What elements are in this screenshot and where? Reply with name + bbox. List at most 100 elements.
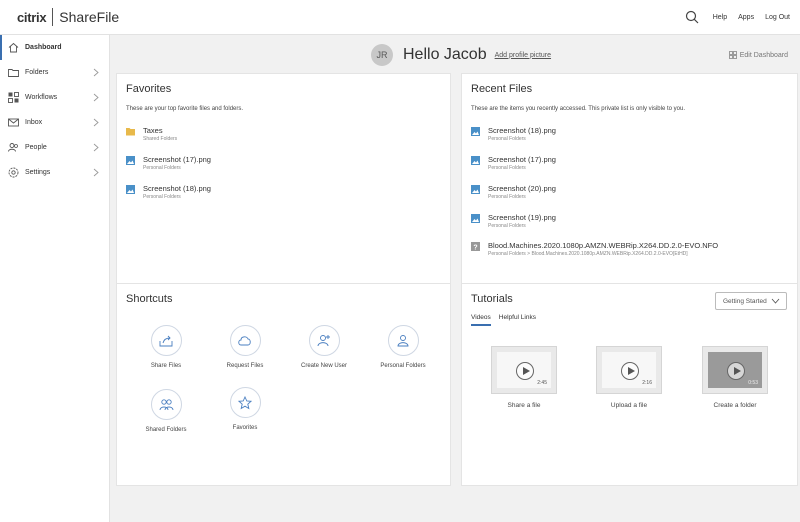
group-icon [150,389,182,420]
list-item[interactable]: Taxes Shared Folders [126,126,177,143]
tab-videos[interactable]: Videos [471,314,491,326]
edit-dashboard-button[interactable]: Edit Dashboard [728,51,788,59]
main-content: JR Hello Jacob Add profile picture Edit … [111,35,800,522]
item-location: Shared Folders [143,136,178,142]
sidebar-item-label: Settings [25,169,51,176]
sidebar-item-settings[interactable]: Settings [0,160,109,185]
sharefile-logo: ShareFile [59,9,120,25]
request-files-icon [229,325,261,356]
image-file-icon [471,214,480,223]
video-share-a-file[interactable]: 2:45 Share a file [469,346,579,409]
shortcut-share-files[interactable]: Share Files [126,325,206,369]
list-item[interactable]: Screenshot (18).png Personal Folders [471,126,556,143]
svg-text:?: ? [473,244,477,251]
item-location: Personal Folders [488,165,526,171]
apps-link[interactable]: Apps [738,14,754,21]
favorites-title: Favorites [126,83,172,95]
item-name: Screenshot (18).png [488,126,556,135]
item-name: Screenshot (17).png [488,155,556,164]
image-file-icon [471,185,480,194]
gear-icon [8,167,19,178]
shortcut-shared-folders[interactable]: Shared Folders [126,389,206,433]
sidebar-item-folders[interactable]: Folders [0,60,109,85]
brand-divider [52,8,54,26]
logout-link[interactable]: Log Out [765,14,790,21]
greeting: JR Hello Jacob Add profile picture [371,44,551,66]
shortcut-label: Create New User [300,363,347,369]
item-name: Blood.Machines.2020.1080p.AMZN.WEBRip.X2… [488,241,719,250]
item-name: Screenshot (19).png [488,213,556,222]
top-bar: citrix ShareFile Help Apps Log Out [0,0,800,35]
shortcut-label: Share Files [150,363,182,369]
shortcuts-title: Shortcuts [126,293,173,305]
play-icon [621,362,639,380]
item-name: Taxes [143,126,163,135]
shortcut-personal-folders[interactable]: Personal Folders [363,325,443,369]
shortcut-label: Personal Folders [380,363,426,369]
share-icon [150,325,182,356]
add-user-icon [308,325,340,356]
unknown-file-icon: ? [471,242,480,251]
shortcut-favorites[interactable]: Favorites [205,387,285,431]
video-label: Create a folder [713,402,757,409]
video-duration: 2:16 [642,380,652,386]
sidebar-item-label: Dashboard [25,44,62,51]
star-icon [229,387,261,418]
person-icon [387,325,419,356]
search-icon[interactable] [685,10,699,24]
list-item[interactable]: Screenshot (17).png Personal Folders [471,155,556,172]
item-location: Personal Folders [143,165,181,171]
help-link[interactable]: Help [713,14,727,21]
item-location: Personal Folders > Blood.Machines.2020.1… [488,251,688,257]
list-item[interactable]: Screenshot (18).png Personal Folders [126,184,211,201]
video-upload-a-file[interactable]: 2:16 Upload a file [574,346,684,409]
add-profile-picture-link[interactable]: Add profile picture [495,52,551,59]
tab-helpful-links[interactable]: Helpful Links [499,314,536,326]
top-nav: Help Apps Log Out [685,10,790,24]
video-create-a-folder[interactable]: 0:53 Create a folder [680,346,790,409]
recent-files-description: These are the items you recently accesse… [471,106,685,112]
item-name: Screenshot (17).png [143,155,211,164]
video-thumbnail[interactable]: 0:53 [702,346,768,394]
item-location: Personal Folders [488,223,526,229]
tutorials-tabs: Videos Helpful Links [471,314,544,326]
chevron-right-icon [93,168,99,177]
sidebar: Dashboard Folders Workflows Inbox People… [0,35,110,522]
sidebar-item-label: Inbox [25,119,43,126]
brand-logo[interactable]: citrix ShareFile [17,8,119,26]
list-item[interactable]: Screenshot (20).png Personal Folders [471,184,556,201]
list-item[interactable]: Screenshot (17).png Personal Folders [126,155,211,172]
sidebar-item-label: Folders [25,69,49,76]
favorites-card: Favorites These are your top favorite fi… [116,73,451,308]
image-file-icon [126,185,135,194]
sidebar-item-workflows[interactable]: Workflows [0,85,109,110]
sidebar-item-label: Workflows [25,94,58,101]
edit-dashboard-label: Edit Dashboard [739,51,788,59]
sidebar-item-people[interactable]: People [0,135,109,160]
item-name: Screenshot (18).png [143,184,211,193]
avatar[interactable]: JR [371,44,393,66]
people-icon [8,142,19,153]
chevron-down-icon [771,298,780,304]
shortcut-create-new-user[interactable]: Create New User [284,325,364,369]
list-item[interactable]: Screenshot (19).png Personal Folders [471,213,556,230]
chevron-right-icon [93,68,99,77]
tutorials-category-dropdown[interactable]: Getting Started [715,292,787,310]
item-location: Personal Folders [488,194,526,200]
play-icon [727,362,745,380]
item-location: Personal Folders [143,194,181,200]
sidebar-item-inbox[interactable]: Inbox [0,110,109,135]
inbox-icon [8,117,19,128]
item-name: Screenshot (20).png [488,184,556,193]
chevron-right-icon [93,143,99,152]
image-file-icon [471,156,480,165]
tutorials-title: Tutorials [471,293,513,305]
image-file-icon [471,127,480,136]
sidebar-item-dashboard[interactable]: Dashboard [0,35,109,60]
video-thumbnail[interactable]: 2:16 [596,346,662,394]
list-item[interactable]: ? Blood.Machines.2020.1080p.AMZN.WEBRip.… [471,241,718,258]
video-duration: 2:45 [537,380,547,386]
video-thumbnail[interactable]: 2:45 [491,346,557,394]
shortcut-request-files[interactable]: Request Files [205,325,285,369]
recent-files-card: Recent Files These are the items you rec… [461,73,798,308]
